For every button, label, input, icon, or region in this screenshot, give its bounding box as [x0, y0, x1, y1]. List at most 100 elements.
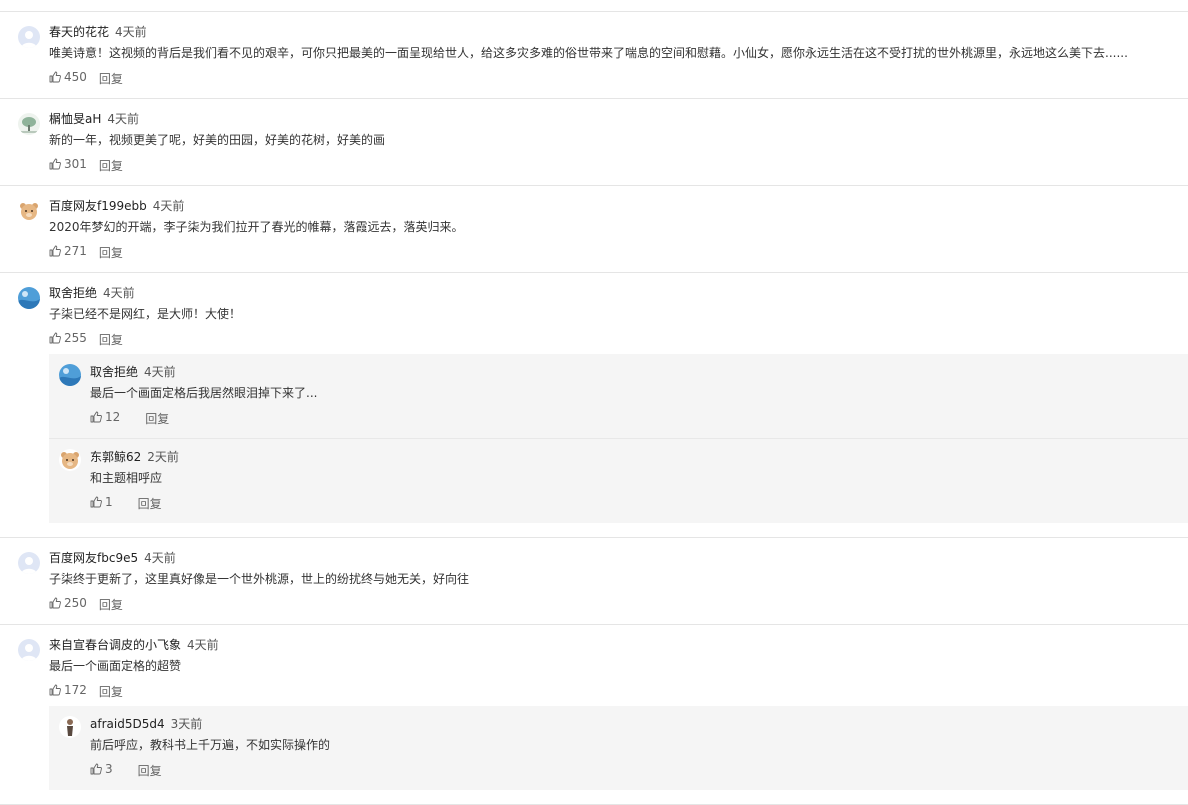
thumbs-up-icon — [90, 496, 105, 508]
like-button[interactable]: 12 — [90, 410, 120, 424]
like-count: 255 — [64, 331, 87, 345]
default-avatar-icon — [18, 26, 40, 48]
comment-item: 百度网友f199ebb 4天前 2020年梦幻的开端，李子柒为我们拉开了春光的帷幕，… — [0, 186, 1188, 273]
user-avatar[interactable] — [18, 200, 40, 222]
comment-meta: 春天的花花 4天前 — [49, 25, 1188, 39]
like-count: 450 — [64, 70, 87, 84]
replies-panel: afraid5D5d4 3天前 前后呼应，教科书上千万遍，不如实际操作的 3 回复 — [49, 706, 1188, 790]
comment-actions: 1 回复 — [90, 495, 1188, 511]
username-link[interactable]: 百度网友fbc9e5 — [49, 551, 138, 565]
user-avatar[interactable] — [18, 287, 40, 309]
comment-actions: 301 回复 — [49, 157, 1188, 173]
comment-text: 和主题相呼应 — [90, 471, 163, 485]
comment-meta: 东郭鲸62 2天前 — [90, 450, 1188, 464]
username-link[interactable]: 来自宣春台调皮的小飞象 — [49, 638, 181, 652]
user-avatar[interactable] — [18, 113, 40, 135]
comment-body: afraid5D5d4 3天前 前后呼应，教科书上千万遍，不如实际操作的 3 回复 — [90, 717, 1188, 778]
comment-meta: 取舍拒绝 4天前 — [90, 365, 1188, 379]
comment-actions: 450 回复 — [49, 70, 1188, 86]
reply-button[interactable]: 回复 — [99, 159, 123, 173]
reply-button[interactable]: 回复 — [99, 333, 123, 347]
comment-time: 4天前 — [115, 25, 147, 39]
comment-time: 3天前 — [170, 717, 203, 731]
like-count: 172 — [64, 683, 87, 697]
comment-item: 来自宣春台调皮的小飞象 4天前 最后一个画面定格的超赞 172 回复 afraid5D5d… — [0, 625, 1188, 805]
comment-meta: 榍恤旻aH 4天前 — [49, 112, 1188, 126]
replies-panel: 取舍拒绝 4天前 最后一个画面定格后我居然眼泪掉下来了... 12 回复 东郭鲸62 2天前… — [49, 354, 1188, 523]
comment-text: 2020年梦幻的开端，李子柒为我们拉开了春光的帷幕，落霞远去，落英归来。 — [49, 220, 464, 234]
comment-item: 百度网友fbc9e5 4天前子柒终于更新了，这里真好像是一个世外桃源，世上的纷扰终… — [0, 538, 1188, 625]
user-avatar[interactable] — [18, 552, 40, 574]
sky-avatar-icon — [18, 287, 40, 309]
comment-time: 4天前 — [187, 638, 219, 652]
comment-actions: 12 回复 — [90, 410, 1188, 426]
comment-actions: 250 回复 — [49, 596, 1188, 612]
user-avatar[interactable] — [59, 449, 81, 471]
like-button[interactable]: 1 — [90, 495, 113, 509]
user-avatar[interactable] — [59, 716, 81, 738]
comment-body: 取舍拒绝 4天前 最后一个画面定格后我居然眼泪掉下来了... 12 回复 — [90, 365, 1188, 426]
comment-time: 2天前 — [147, 450, 179, 464]
sky-avatar-icon — [59, 364, 81, 386]
like-count: 271 — [64, 244, 87, 258]
thumbs-up-icon — [49, 597, 64, 609]
like-button[interactable]: 271 — [49, 244, 87, 258]
like-button[interactable]: 3 — [90, 762, 113, 776]
like-button[interactable]: 172 — [49, 683, 87, 697]
comment-text: 子柒终于更新了，这里真好像是一个世外桃源，世上的纷扰终与她无关，好向往 — [49, 572, 470, 586]
comment-meta: 来自宣春台调皮的小飞象 4天前 — [49, 638, 1188, 652]
thumbs-up-icon — [49, 684, 64, 696]
reply-button[interactable]: 回复 — [99, 72, 123, 86]
comment-actions: 271 回复 — [49, 244, 1188, 260]
like-button[interactable]: 255 — [49, 331, 87, 345]
comment-text: 唯美诗意！这视频的背后是我们看不见的艰辛，可你只把最美的一面呈现给世人，给这多灾… — [49, 46, 1128, 60]
comment-time: 4天前 — [107, 112, 140, 126]
user-avatar[interactable] — [18, 639, 40, 661]
reply-button[interactable]: 回复 — [99, 246, 123, 260]
comment-time: 4天前 — [144, 365, 176, 379]
comment-meta: 取舍拒绝 4天前 — [49, 286, 1188, 300]
username-link[interactable]: afraid5D5d4 — [90, 717, 165, 731]
username-link[interactable]: 春天的花花 — [49, 25, 109, 39]
username-link[interactable]: 取舍拒绝 — [49, 286, 97, 300]
thumbs-up-icon — [49, 158, 64, 170]
username-link[interactable]: 百度网友f199ebb — [49, 199, 147, 213]
comment-body: 百度网友f199ebb 4天前 2020年梦幻的开端，李子柒为我们拉开了春光的帷幕，… — [49, 199, 1188, 260]
thumbs-up-icon — [49, 332, 64, 344]
comment-meta: 百度网友f199ebb 4天前 — [49, 199, 1188, 213]
thumbs-up-icon — [90, 763, 105, 775]
reply-button[interactable]: 回复 — [99, 685, 123, 699]
comment-body: 百度网友fbc9e5 4天前子柒终于更新了，这里真好像是一个世外桃源，世上的纷扰终… — [49, 551, 1188, 612]
comment-body: 来自宣春台调皮的小飞象 4天前 最后一个画面定格的超赞 172 回复 — [49, 638, 1188, 699]
bear-avatar-icon — [18, 200, 40, 222]
bear-avatar-icon — [59, 449, 81, 471]
reply-button[interactable]: 回复 — [145, 412, 169, 426]
reply-button[interactable]: 回复 — [99, 598, 123, 612]
like-button[interactable]: 301 — [49, 157, 87, 171]
comment-body: 取舍拒绝 4天前 子柒已经不是网红，是大师！大使！ 255 回复 — [49, 286, 1188, 347]
comment-text: 子柒已经不是网红，是大师！大使！ — [49, 307, 242, 321]
like-button[interactable]: 250 — [49, 596, 87, 610]
username-link[interactable]: 榍恤旻aH — [49, 112, 101, 126]
like-count: 250 — [64, 596, 87, 610]
like-count: 3 — [105, 762, 113, 776]
comment-time: 4天前 — [152, 199, 185, 213]
comment-item: 春天的花花 4天前唯美诗意！这视频的背后是我们看不见的艰辛，可你只把最美的一面呈现… — [0, 12, 1188, 99]
reply-button[interactable]: 回复 — [138, 764, 162, 778]
user-avatar[interactable] — [59, 364, 81, 386]
like-count: 301 — [64, 157, 87, 171]
reply-button[interactable]: 回复 — [138, 497, 162, 511]
comment-actions: 172 回复 — [49, 683, 1188, 699]
comment-body: 榍恤旻aH 4天前 新的一年，视频更美了呢，好美的田园，好美的花树，好美的画 301 回… — [49, 112, 1188, 173]
thumbs-up-icon — [49, 245, 64, 257]
reply-item: 取舍拒绝 4天前 最后一个画面定格后我居然眼泪掉下来了... 12 回复 — [49, 354, 1188, 439]
comment-body: 东郭鲸62 2天前和主题相呼应 1 回复 — [90, 450, 1188, 511]
default-avatar-icon — [18, 552, 40, 574]
like-count: 1 — [105, 495, 113, 509]
user-avatar[interactable] — [18, 26, 40, 48]
default-avatar-icon — [18, 639, 40, 661]
username-link[interactable]: 东郭鲸62 — [90, 450, 141, 464]
username-link[interactable]: 取舍拒绝 — [90, 365, 138, 379]
comment-time: 4天前 — [144, 551, 176, 565]
like-button[interactable]: 450 — [49, 70, 87, 84]
